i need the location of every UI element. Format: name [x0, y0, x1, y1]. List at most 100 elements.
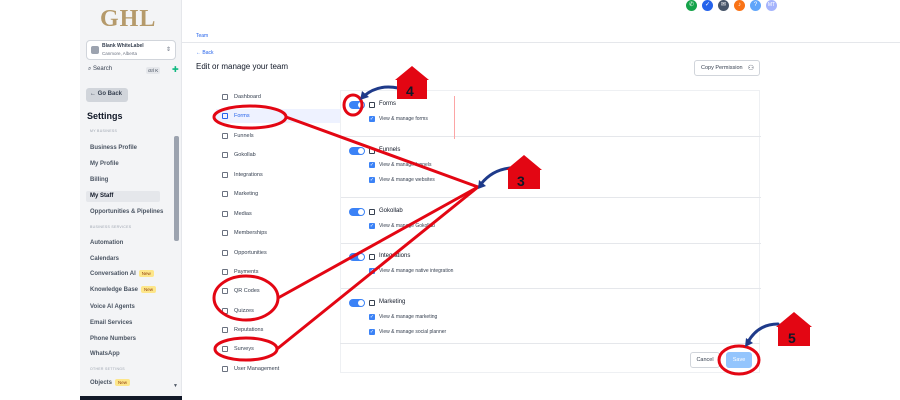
megaphone-icon[interactable]: ✉ — [718, 0, 729, 11]
brand-logo: GHL — [100, 6, 157, 32]
module-qr-codes[interactable]: QR Codes — [222, 284, 340, 298]
gokollab-icon — [222, 152, 228, 158]
account-name: Blank WhiteLabel — [102, 43, 144, 49]
sidebar-item-my-staff[interactable]: My Staff — [90, 193, 113, 199]
sidebar-item-knowledge-base[interactable]: Knowledge Base New — [90, 286, 157, 293]
module-reputations[interactable]: Reputations — [222, 323, 340, 337]
sidebar-item-email-services[interactable]: Email Services — [90, 320, 132, 326]
forms-icon — [222, 113, 228, 119]
notifications-icon[interactable]: ♪ — [734, 0, 745, 11]
forms-icon — [369, 102, 375, 108]
checkbox-view-manage-forms[interactable]: ✓ — [369, 116, 375, 122]
dashboard-icon — [222, 94, 228, 100]
group-title-gokollab: Gokollab — [379, 208, 403, 214]
cancel-button[interactable]: Cancel — [690, 352, 720, 368]
group-title-marketing: Marketing — [379, 299, 406, 305]
marketing-toggle[interactable] — [349, 299, 365, 307]
sidebar-bottom-strip — [80, 396, 182, 400]
sidebar-scrollbar[interactable] — [174, 136, 179, 241]
tab-team[interactable]: Team — [196, 33, 208, 39]
sidebar-item-objects[interactable]: Objects New — [90, 379, 131, 387]
sidebar-item-whatsapp[interactable]: WhatsApp — [90, 351, 120, 357]
group-title-funnels: Funnels — [379, 147, 401, 153]
search-bar[interactable]: ⌕ Search ctrl K ✚ — [88, 65, 179, 78]
sidebar-item-conversation-ai[interactable]: Conversation AI New — [90, 270, 154, 277]
module-funnels[interactable]: Funnels — [222, 129, 340, 143]
funnel-icon — [222, 133, 228, 139]
group-label-my-business: MY BUSINESS — [90, 129, 118, 133]
building-icon — [91, 46, 99, 54]
permission-label: View & manage Gokollab — [379, 223, 436, 229]
scroll-down-icon[interactable]: ▼ — [173, 383, 178, 389]
sidebar-item-opportunities-pipelines[interactable]: Opportunities & Pipelines — [90, 209, 163, 215]
gokollab-toggle[interactable] — [349, 208, 365, 216]
user-management-icon — [222, 366, 228, 372]
module-opportunities[interactable]: Opportunities — [222, 246, 340, 260]
phone-icon[interactable]: ✆ — [686, 0, 697, 11]
funnel-icon — [369, 148, 375, 154]
module-medias[interactable]: Medias — [222, 207, 340, 221]
checkbox-view-manage-websites[interactable]: ✓ — [369, 177, 375, 183]
quick-add-icon[interactable]: ✚ — [172, 65, 179, 74]
copy-permission-button[interactable]: Copy Permission ⚇ — [694, 60, 760, 76]
permission-label: View & manage websites — [379, 177, 435, 183]
permission-label: View & manage marketing — [379, 314, 438, 320]
survey-icon — [222, 346, 228, 352]
reputation-icon — [222, 327, 228, 333]
sidebar-item-voice-ai-agents[interactable]: Voice AI Agents — [90, 304, 135, 310]
permissions-panel: Forms ✓ View & manage forms Funnels ✓ Vi… — [340, 90, 761, 373]
module-marketing[interactable]: Marketing — [222, 187, 340, 201]
checkbox-view-manage-funnels[interactable]: ✓ — [369, 162, 375, 168]
qr-code-icon — [222, 288, 228, 294]
forms-toggle[interactable] — [349, 101, 365, 109]
checkbox-view-manage-marketing[interactable]: ✓ — [369, 314, 375, 320]
checkbox-view-manage-native-integration[interactable]: ✓ — [369, 268, 375, 274]
module-user-management[interactable]: User Management — [222, 362, 340, 376]
group-divider — [341, 136, 761, 137]
main-content: ✆ ✓ ✉ ♪ ? MT Team ← Back Edit or manage … — [182, 0, 900, 400]
module-memberships[interactable]: Memberships — [222, 226, 340, 240]
funnels-toggle[interactable] — [349, 147, 365, 155]
help-icon[interactable]: ? — [750, 0, 761, 11]
settings-title: Settings — [87, 111, 123, 121]
permission-label: View & manage forms — [379, 116, 428, 122]
avatar[interactable]: MT — [766, 0, 777, 11]
integrations-icon — [222, 172, 228, 178]
sidebar-item-my-profile[interactable]: My Profile — [90, 161, 119, 167]
account-switcher[interactable]: Blank WhiteLabel Canmore, Alberta ⇕ — [86, 40, 176, 60]
sidebar-item-calendars[interactable]: Calendars — [90, 256, 119, 262]
new-badge: New — [138, 270, 154, 277]
tasks-icon[interactable]: ✓ — [702, 0, 713, 11]
sidebar-item-label: Objects — [90, 380, 113, 387]
module-dashboard[interactable]: Dashboard — [222, 90, 340, 104]
permission-label: View & manage native integration — [379, 268, 454, 274]
checkbox-view-manage-social-planner[interactable]: ✓ — [369, 329, 375, 335]
permission-label: View & manage funnels — [379, 162, 432, 168]
sidebar-item-business-profile[interactable]: Business Profile — [90, 145, 137, 151]
back-link[interactable]: ← Back — [196, 50, 214, 56]
go-back-button[interactable]: ← Go Back — [86, 88, 128, 102]
save-button[interactable]: Save — [726, 352, 752, 368]
search-shortcut: ctrl K — [146, 67, 161, 74]
module-payments[interactable]: Payments — [222, 265, 340, 279]
gokollab-icon — [369, 209, 375, 215]
sidebar-item-phone-numbers[interactable]: Phone Numbers — [90, 336, 136, 342]
integrations-toggle[interactable] — [349, 253, 365, 261]
sidebar-item-automation[interactable]: Automation — [90, 240, 123, 246]
membership-icon — [222, 230, 228, 236]
module-surveys[interactable]: Surveys — [222, 342, 340, 356]
module-gokollab[interactable]: Gokollab — [222, 148, 340, 162]
copy-permission-label: Copy Permission — [701, 65, 743, 71]
checkbox-view-manage-gokollab[interactable]: ✓ — [369, 223, 375, 229]
permission-label: View & manage social planner — [379, 329, 447, 335]
module-integrations[interactable]: Integrations — [222, 168, 340, 182]
search-label: Search — [93, 66, 113, 72]
new-badge: New — [141, 286, 157, 293]
footer-divider — [340, 343, 760, 344]
send-icon — [222, 191, 228, 197]
chevron-updown-icon: ⇕ — [165, 47, 171, 53]
module-quizzes[interactable]: Quizzes — [222, 304, 340, 318]
sidebar-item-billing[interactable]: Billing — [90, 177, 108, 183]
payments-icon — [222, 269, 228, 275]
group-label-other-settings: OTHER SETTINGS — [90, 367, 125, 371]
